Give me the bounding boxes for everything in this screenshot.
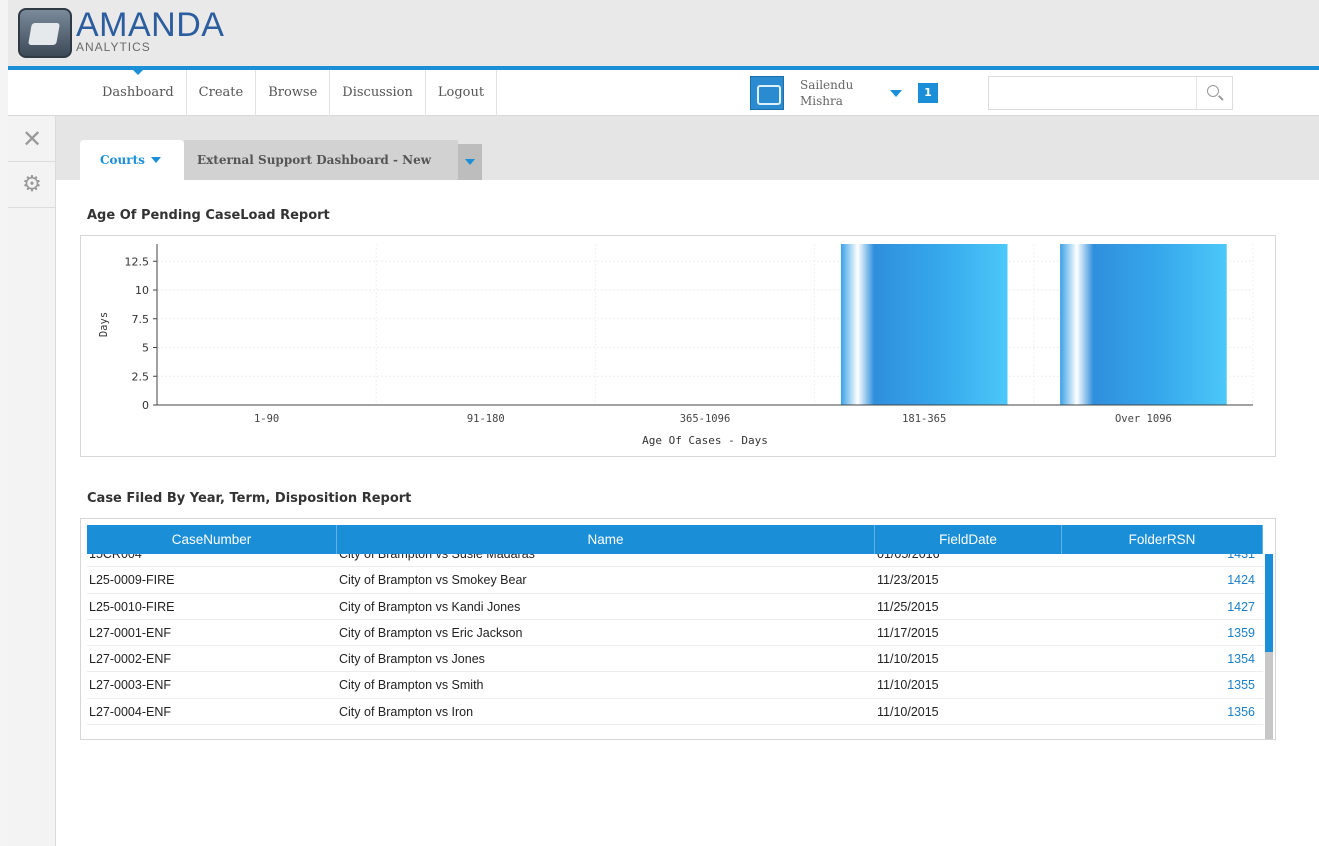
cell-folderrsn[interactable]: 1431 xyxy=(1062,554,1263,566)
cell-folderrsn[interactable]: 1427 xyxy=(1062,594,1263,619)
table-row[interactable]: L27-0001-ENF City of Brampton vs Eric Jac… xyxy=(87,620,1263,647)
logo-folder-icon xyxy=(18,8,72,58)
tab-list-chevron-down-icon xyxy=(465,159,475,165)
cell-casenumber: L25-0009-FIRE xyxy=(89,573,175,588)
table-row[interactable]: L27-0004-ENF City of Brampton vs Iron 11/1… xyxy=(87,699,1263,726)
app-window: AMANDA ANALYTICS Dashboard Create Browse… xyxy=(0,0,1319,846)
bar-over-1096 xyxy=(1060,244,1227,405)
cell-casenumber: L27-0004-ENF xyxy=(89,704,171,719)
cell-fielddate: 11/10/2015 xyxy=(877,678,939,693)
nav-dashboard[interactable]: Dashboard xyxy=(90,69,187,116)
logo-text: AMANDA ANALYTICS xyxy=(76,8,224,54)
gear-icon[interactable]: ⚙ xyxy=(8,162,56,208)
cell-folderrsn[interactable]: 1424 xyxy=(1062,567,1263,592)
column-header-folderrsn[interactable]: FolderRSN xyxy=(1062,525,1263,554)
x-tick-label: 181-365 xyxy=(902,413,946,425)
close-icon[interactable]: ✕ xyxy=(8,116,56,162)
cell-fielddate: 01/05/2016 xyxy=(877,554,940,561)
cell-fielddate: 11/23/2015 xyxy=(877,573,939,588)
cell-fielddate: 11/10/2015 xyxy=(877,652,939,667)
cell-name: City of Brampton vs Smokey Bear xyxy=(339,573,527,588)
table-scrollbar[interactable] xyxy=(1265,554,1273,739)
column-header-name[interactable]: Name xyxy=(337,525,875,554)
notification-badge[interactable]: 1 xyxy=(918,83,938,103)
cell-casenumber: L27-0001-ENF xyxy=(89,625,171,640)
logo-main-text: AMANDA xyxy=(76,6,225,44)
table-row[interactable]: L25-0009-FIRE City of Brampton vs Smokey … xyxy=(87,567,1263,594)
search-input[interactable] xyxy=(989,77,1189,109)
user-last-name: Mishra xyxy=(800,94,843,108)
nav-logout[interactable]: Logout xyxy=(426,70,498,116)
bar-181-365 xyxy=(840,244,1008,405)
y-tick-label: 2.5 xyxy=(132,370,150,383)
cell-casenumber: 15CR004 xyxy=(89,554,142,561)
tab-external-support-label: External Support Dashboard - New xyxy=(197,153,432,167)
nav-discussion[interactable]: Discussion xyxy=(330,70,426,116)
case-table-panel: CaseNumber Name FieldDate FolderRSN 15CR… xyxy=(80,518,1276,740)
y-tick-label: 0 xyxy=(142,399,149,412)
search-box xyxy=(988,76,1233,110)
table-body: 15CR004 City of Brampton vs Susie Madaras… xyxy=(87,554,1263,734)
nav-browse[interactable]: Browse xyxy=(256,70,331,116)
cell-casenumber: L25-0010-FIRE xyxy=(89,599,175,614)
cell-name: City of Brampton vs Smith xyxy=(339,678,484,693)
user-name[interactable]: Sailendu Mishra xyxy=(800,77,890,109)
dashboard-content: Courts External Support Dashboard - New … xyxy=(56,116,1319,846)
top-nav-bar: Dashboard Create Browse Discussion Logou… xyxy=(8,69,1319,116)
search-icon[interactable] xyxy=(1196,77,1232,109)
y-tick-label: 5 xyxy=(142,342,149,355)
table-row[interactable]: L27-0002-ENF City of Brampton vs Jones 11/… xyxy=(87,646,1263,673)
x-tick-label: 91-180 xyxy=(467,413,505,425)
tab-external-support[interactable]: External Support Dashboard - New xyxy=(184,140,458,180)
x-tick-label: Over 1096 xyxy=(1115,413,1172,425)
dashboard-tab-strip: Courts External Support Dashboard - New xyxy=(56,116,1319,180)
cell-name: City of Brampton vs Eric Jackson xyxy=(339,625,523,640)
y-tick-label: 12.5 xyxy=(125,255,150,268)
app-header: AMANDA ANALYTICS xyxy=(8,0,1319,66)
cell-name: City of Brampton vs Susie Madaras xyxy=(339,554,535,561)
chart-section-title: Age Of Pending CaseLoad Report xyxy=(87,208,330,223)
tab-courts-label: Courts xyxy=(100,153,145,167)
caseload-chart-panel: 0 2.5 5 7.5 10 12.5 1-90 91-180 365-1096 181-365 O… xyxy=(80,235,1276,457)
tab-courts[interactable]: Courts xyxy=(80,140,184,180)
nav-create[interactable]: Create xyxy=(187,70,257,116)
y-axis-label: Days xyxy=(98,312,110,337)
cell-folderrsn[interactable]: 1356 xyxy=(1062,699,1263,724)
tab-list-dropdown[interactable] xyxy=(458,144,482,180)
tab-courts-chevron-down-icon[interactable] xyxy=(150,157,161,163)
cell-folderrsn[interactable]: 1354 xyxy=(1062,646,1263,671)
column-header-fielddate[interactable]: FieldDate xyxy=(875,525,1062,554)
cell-name: City of Brampton vs Kandi Jones xyxy=(339,599,521,614)
table-header-row: CaseNumber Name FieldDate FolderRSN xyxy=(87,525,1263,554)
table-section-title: Case Filed By Year, Term, Disposition Re… xyxy=(87,491,412,506)
user-first-name: Sailendu xyxy=(800,78,854,92)
y-tick-label: 7.5 xyxy=(132,313,150,326)
table-rows: 15CR004 City of Brampton vs Susie Madaras… xyxy=(87,554,1263,726)
user-avatar-icon[interactable] xyxy=(750,76,784,110)
x-tick-label: 365-1096 xyxy=(680,413,731,425)
user-menu[interactable]: Sailendu Mishra 1 xyxy=(750,76,938,110)
table-row[interactable]: 15CR004 City of Brampton vs Susie Madaras… xyxy=(87,554,1263,568)
cell-casenumber: L27-0002-ENF xyxy=(89,652,171,667)
table-row[interactable]: L25-0010-FIRE City of Brampton vs Kandi J… xyxy=(87,594,1263,620)
x-tick-label: 1-90 xyxy=(254,413,279,425)
user-menu-chevron-down-icon[interactable] xyxy=(890,89,902,97)
caseload-bar-chart: 0 2.5 5 7.5 10 12.5 1-90 91-180 365-1096 181-365 O… xyxy=(98,244,1254,447)
table-row[interactable]: L27-0003-ENF City of Brampton vs Smith 11/… xyxy=(87,672,1263,699)
left-tool-panel: ✕ ⚙ xyxy=(8,116,56,846)
cell-folderrsn[interactable]: 1359 xyxy=(1062,620,1263,645)
cell-name: City of Brampton vs Iron xyxy=(339,704,474,719)
nav-menu: Dashboard Create Browse Discussion Logou… xyxy=(90,69,498,116)
cell-fielddate: 11/25/2015 xyxy=(877,599,939,614)
column-header-casenumber[interactable]: CaseNumber xyxy=(87,525,337,554)
cell-folderrsn[interactable]: 1355 xyxy=(1062,672,1263,697)
cell-name: City of Brampton vs Jones xyxy=(339,652,485,667)
amanda-logo[interactable]: AMANDA ANALYTICS xyxy=(18,8,224,60)
table-scrollbar-thumb[interactable] xyxy=(1265,554,1273,652)
cell-fielddate: 11/17/2015 xyxy=(877,625,939,640)
y-tick-label: 10 xyxy=(135,284,149,297)
cell-fielddate: 11/10/2015 xyxy=(877,704,939,719)
x-axis-label: Age Of Cases - Days xyxy=(642,434,768,447)
cell-casenumber: L27-0003-ENF xyxy=(89,678,171,693)
